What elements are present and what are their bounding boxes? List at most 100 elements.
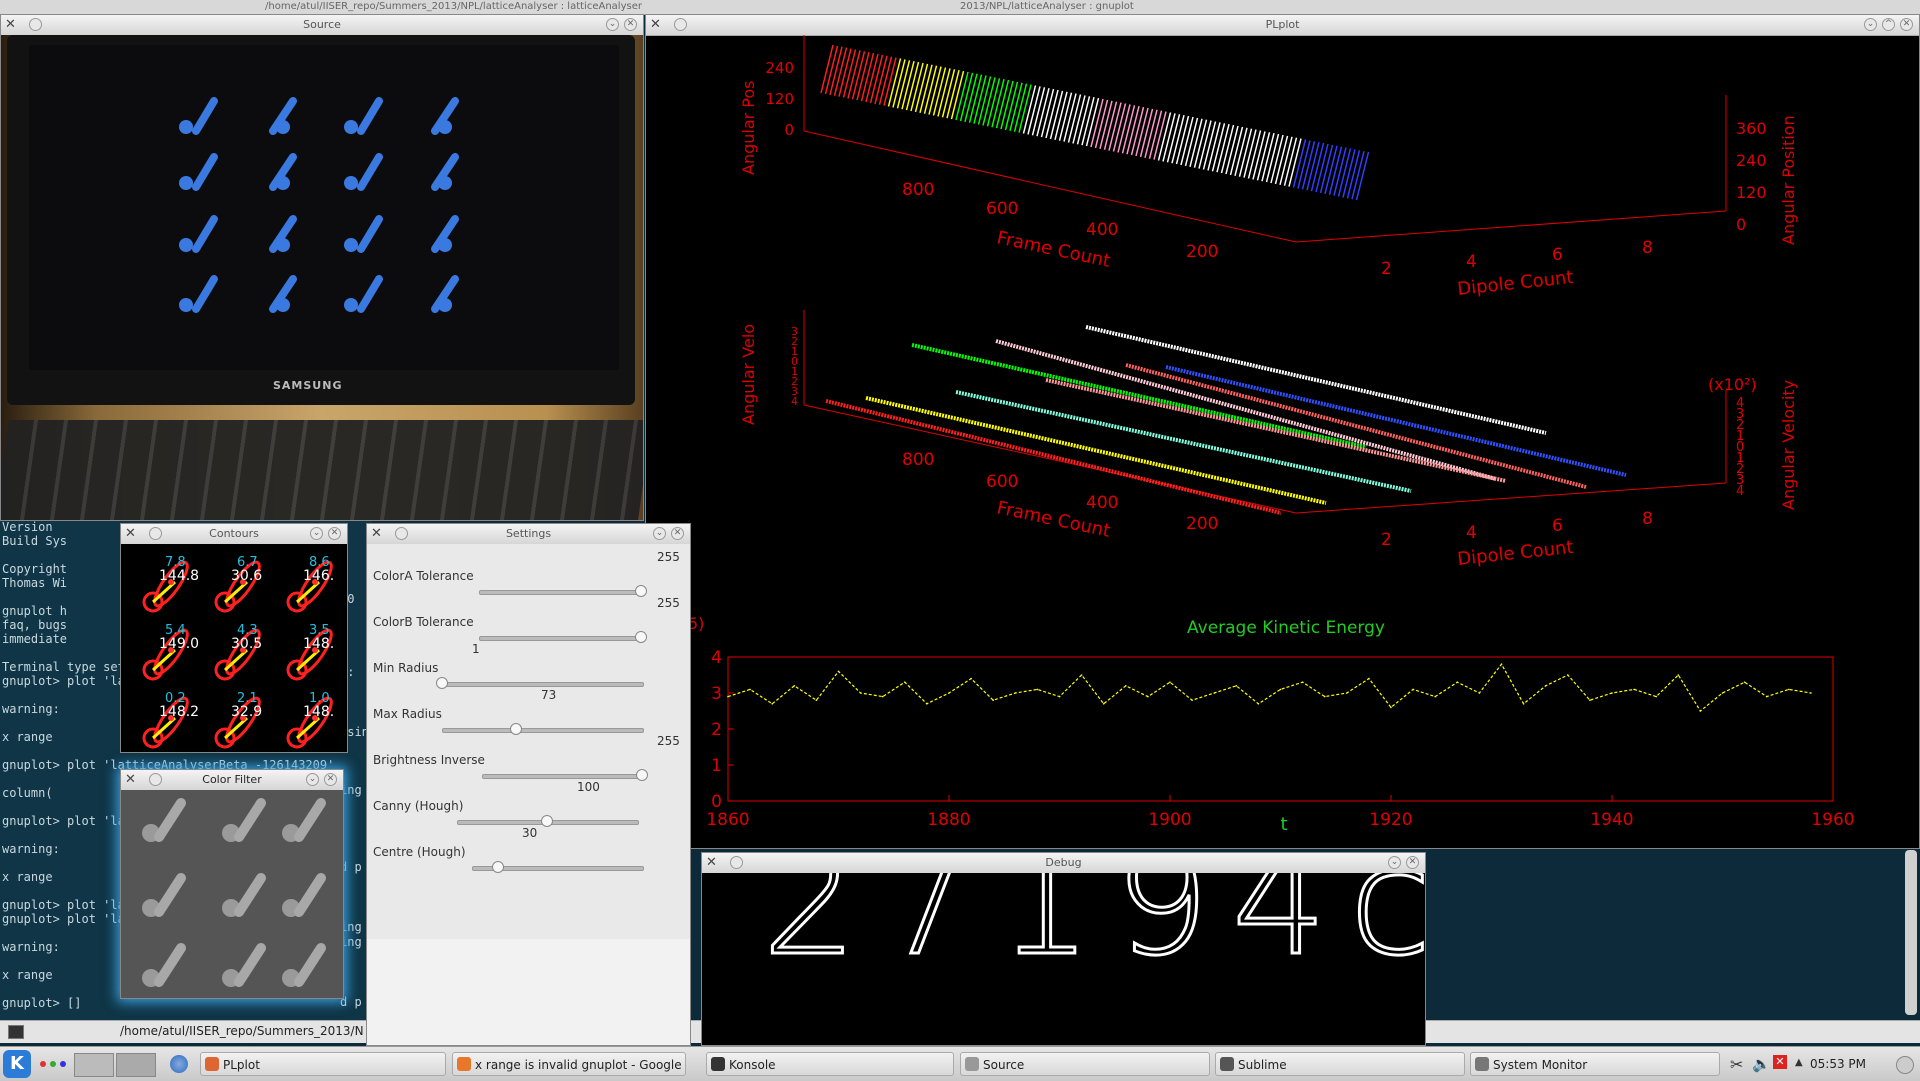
setting-slider-handle[interactable] (635, 631, 647, 643)
setting-value: 255 (657, 596, 680, 610)
minimize-button[interactable]: ⌄ (1864, 18, 1877, 31)
minimize-button[interactable]: ⌄ (653, 527, 666, 540)
setting-slider-handle[interactable] (541, 815, 553, 827)
taskbar-item[interactable]: PLplot (200, 1052, 446, 1076)
mid3d-xtick: 400 (1086, 493, 1118, 513)
tray-clock[interactable]: 05:53 PM (1810, 1057, 1866, 1071)
terminal-line: x range (2, 730, 53, 744)
terminal-scrollbar[interactable] (1905, 850, 1917, 1015)
setting-slider-track[interactable] (479, 636, 643, 641)
plplot-titlebar[interactable]: ✕ PLplot ⌄ ^ ✕ (646, 15, 1919, 36)
close-button[interactable]: ✕ (1900, 18, 1913, 31)
taskbar-item-label: Sublime (1238, 1058, 1287, 1072)
background-window-title-gnuplot: 2013/NPL/latticeAnalyser : gnuplot (960, 1, 1134, 12)
globe-icon[interactable] (170, 1055, 188, 1073)
setting-slider-handle[interactable] (491, 861, 504, 873)
ke-data-point (1102, 703, 1105, 705)
contours-window[interactable]: ✕ Contours ⌄ ✕ 7.8 144.8 6.7 30.6 8.6 146. 5.4… (120, 523, 348, 753)
settings-titlebar[interactable]: ✕ Settings ⌄ ✕ (367, 524, 690, 545)
close-button[interactable]: ✕ (671, 527, 684, 540)
close-button[interactable]: ✕ (1406, 856, 1419, 869)
ke-data-point (1788, 688, 1790, 691)
settings-window[interactable]: ✕ Settings ⌄ ✕ ColorA Tolerance 255 ColorB… (366, 523, 691, 1046)
pager-desktop-2[interactable] (116, 1053, 156, 1077)
ke-data-point (1169, 681, 1171, 683)
contours-view: 7.8 144.8 6.7 30.6 8.6 146. 5.4 149.0 4.3 30.5 3.5… (121, 544, 347, 752)
contour-value-label: 144.8 (159, 568, 199, 584)
setting-slider-track[interactable] (442, 728, 644, 733)
ke-data-point (1699, 710, 1702, 712)
setting-slider-handle[interactable] (510, 723, 522, 735)
contours-titlebar[interactable]: ✕ Contours ⌄ ✕ (121, 524, 347, 545)
setting-slider-track[interactable] (479, 590, 643, 595)
ke-data-point (1500, 663, 1503, 665)
source-window[interactable]: ✕ Source ⌄ ✕ SAMSUNG (0, 14, 644, 521)
ke-data-point (904, 681, 906, 683)
color-filter-window[interactable]: ✕ Color Filter ⌄ ✕ (120, 769, 344, 999)
mid3d-ylabel: Angular Velo (739, 324, 758, 425)
ke-data-point (1125, 685, 1127, 687)
color-filter-titlebar[interactable]: ✕ Color Filter ⌄ ✕ (121, 770, 343, 791)
ke-data-point (1478, 692, 1481, 694)
minimize-button[interactable]: ⌄ (1388, 856, 1401, 869)
mid3d-ytick: 4 (1466, 523, 1477, 543)
taskbar-item[interactable]: System Monitor (1470, 1052, 1720, 1076)
minimize-button[interactable]: ⌄ (606, 18, 619, 31)
contour-cell: 1.0148. (286, 691, 334, 749)
dipole-blob (344, 215, 383, 253)
ke-data-point (1058, 695, 1061, 698)
taskbar-item[interactable]: x range is invalid gnuplot - Google (452, 1052, 686, 1076)
angular-velocity-3d-plot: Angular Velo 800 600 400 200 Frame Count… (739, 310, 1798, 570)
top3d-ztick: 0 (784, 121, 794, 139)
setting-label: Centre (Hough) (373, 845, 466, 859)
setting-slider-handle[interactable] (636, 769, 648, 781)
ke-data-point (948, 692, 950, 694)
taskbar-item[interactable]: Konsole (706, 1052, 954, 1076)
setting-label: Canny (Hough) (373, 799, 464, 813)
kde-menu-icon[interactable]: K (3, 1050, 31, 1078)
taskbar-item[interactable]: Source (960, 1052, 1210, 1076)
debug-titlebar[interactable]: ✕ Debug ⌄ ✕ (702, 853, 1425, 874)
ke-data-point (1257, 703, 1260, 705)
ke-data-point (1036, 688, 1039, 691)
activity-dots-icon[interactable] (40, 1059, 70, 1069)
dipole-blob (344, 97, 383, 135)
tray-expand-icon[interactable]: ▲ (1795, 1057, 1803, 1068)
top3d-rtick: 120 (1736, 183, 1767, 202)
setting-slider-handle[interactable] (436, 677, 448, 689)
tray-volume-icon[interactable]: 🔈 (1752, 1055, 1771, 1073)
terminal-line: Build Sys (2, 534, 68, 548)
close-button[interactable]: ✕ (324, 773, 337, 786)
plplot-window[interactable]: ✕ PLplot ⌄ ^ ✕ Angular Pos 240 120 0 800… (645, 14, 1920, 849)
setting-slider-track[interactable] (482, 774, 644, 779)
minimize-button[interactable]: ⌄ (306, 773, 319, 786)
tray-scissors-icon[interactable]: ✂ (1730, 1055, 1743, 1074)
debug-view: 27194c (702, 873, 1425, 1045)
tray-network-icon[interactable]: ✕ (1773, 1055, 1787, 1069)
ke-data-point (881, 695, 884, 698)
taskbar-item[interactable]: Sublime (1215, 1052, 1465, 1076)
terminal-line: immediate (2, 632, 68, 646)
contour-value-label: 30.6 (231, 568, 262, 584)
terminal-icon (8, 1025, 24, 1039)
debug-window[interactable]: ✕ Debug ⌄ ✕ 27194c (701, 852, 1426, 1046)
laptop-brand: SAMSUNG (273, 379, 343, 392)
close-button[interactable]: ✕ (328, 527, 341, 540)
close-button[interactable]: ✕ (624, 18, 637, 31)
source-titlebar[interactable]: ✕ Source ⌄ ✕ (1, 15, 643, 36)
setting-slider-track[interactable] (442, 682, 644, 687)
contour-value-label: 146. (303, 568, 334, 584)
maximize-button[interactable]: ^ (1882, 18, 1895, 31)
setting-slider-handle[interactable] (635, 585, 647, 597)
tray-cashew-icon[interactable] (1896, 1056, 1914, 1074)
plplot-canvas: Angular Pos 240 120 0 800 600 400 200 Fr… (688, 35, 1855, 835)
x-tick-label: 1920 (1369, 810, 1412, 830)
settings-title: Settings (505, 527, 552, 540)
ke-data-point (1810, 692, 1812, 694)
pager-desktop-1[interactable] (74, 1053, 114, 1077)
minimize-button[interactable]: ⌄ (310, 527, 323, 540)
ke-data-point (1147, 695, 1149, 698)
plplot-title: PLplot (1265, 18, 1300, 31)
x-tick-label: 1900 (1148, 810, 1191, 830)
mid3d-rlabel: Angular Velocity (1779, 380, 1798, 510)
